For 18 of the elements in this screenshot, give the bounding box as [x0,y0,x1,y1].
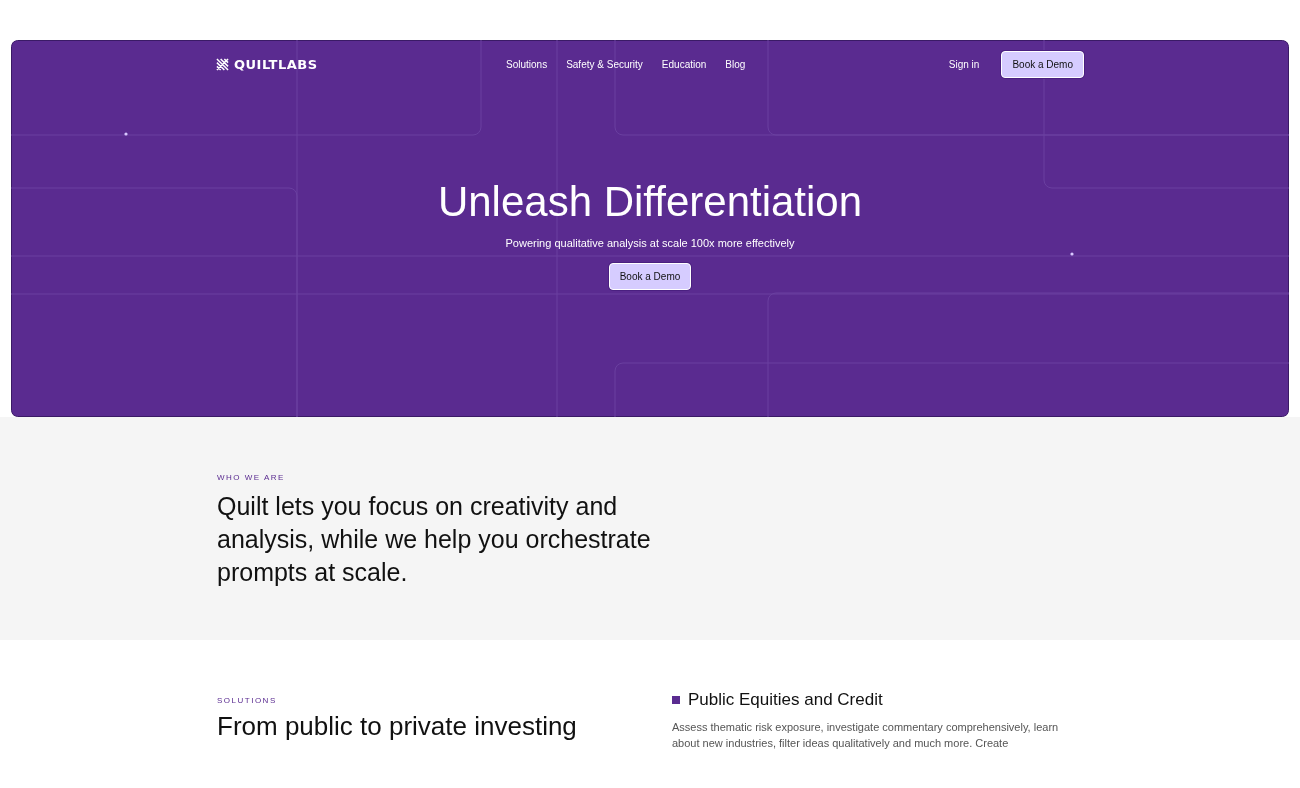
section-eyebrow: WHO WE ARE [217,473,286,482]
nav-link[interactable]: Education [661,59,707,70]
hero-title: Unleash Differentiation [437,179,863,226]
solution-description: Assess thematic risk exposure, investigate commentary comprehensively, learn about new industries, filter ideas qualitatively and much more. Create [672,720,1060,751]
logo-icon [216,58,229,71]
section-heading: Quilt lets you focus on creativity and analysis, while we help you orchestrate prompts at scale. [217,491,652,588]
book-demo-button[interactable]: Book a Demo [608,263,692,291]
solution-title: Public Equities and Credit [688,690,883,710]
sign-in-link[interactable]: Sign in [948,59,980,70]
section-eyebrow: SOLUTIONS [217,696,278,705]
hero-subtitle: Powering qualitative analysis at scale 100x more effectively [505,237,795,250]
nav-link[interactable]: Safety & Security [566,59,643,70]
nav-link[interactable]: Solutions [506,59,548,70]
square-icon [672,696,680,704]
book-demo-button[interactable]: Book a Demo [1001,51,1084,78]
nav-link[interactable]: Blog [725,59,746,70]
section-heading: From public to private investing [217,711,578,741]
logo-text[interactable]: QUILTLABS [234,57,318,72]
